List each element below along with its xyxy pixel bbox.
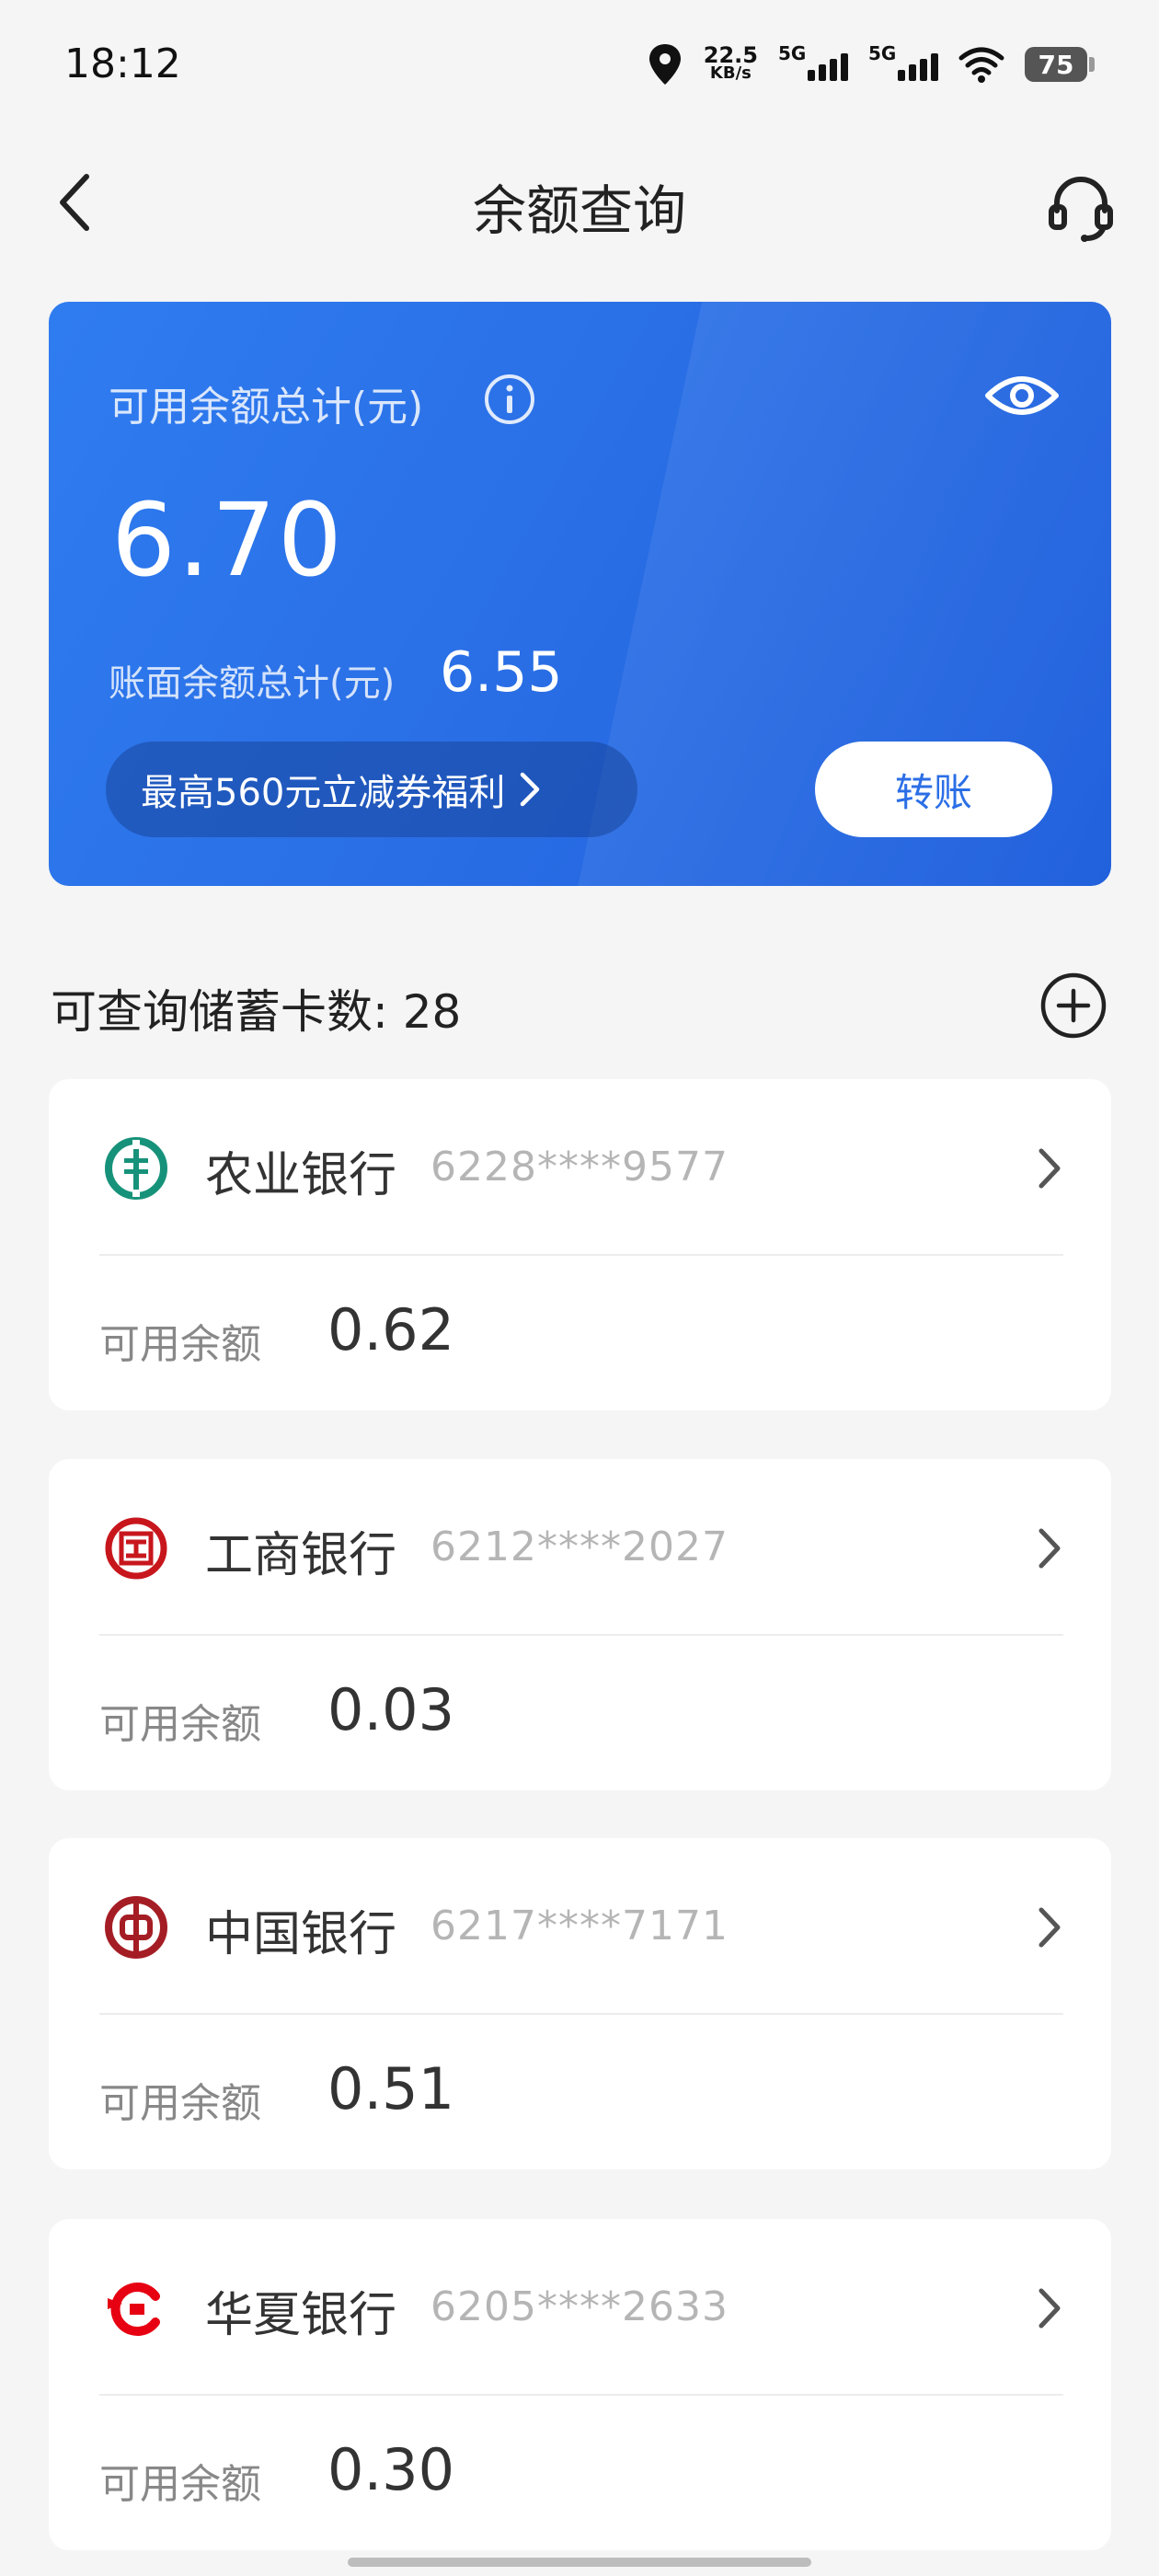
home-indicator[interactable] (348, 2558, 811, 2567)
wifi-icon (958, 47, 1004, 83)
status-time: 18:12 (64, 40, 181, 87)
bank-name: 农业银行 (205, 1148, 397, 1203)
divider (99, 2013, 1063, 2015)
status-icons: 22.5 KB/s 5G 5G 75 (647, 39, 1095, 90)
total-book-amount: 6.55 (440, 640, 563, 705)
battery-icon: 75 (1025, 47, 1095, 82)
network-speed: 22.5 KB/s (703, 42, 758, 83)
bank-name: 中国银行 (205, 1907, 397, 1962)
available-balance-label: 可用余额 (99, 1321, 261, 1368)
available-balance-amount: 0.62 (327, 1296, 455, 1363)
network-speed-value: 22.5 (703, 42, 758, 68)
customer-service-button[interactable] (1039, 166, 1122, 248)
eye-icon[interactable] (984, 368, 1060, 423)
info-icon[interactable] (483, 373, 536, 426)
total-book-label: 账面余额总计(元) (109, 662, 396, 705)
plus-circle-icon[interactable] (1039, 971, 1108, 1041)
available-balance-amount: 0.51 (327, 2055, 455, 2122)
available-balance-label: 可用余额 (99, 2461, 261, 2508)
chevron-right-icon (1039, 1148, 1061, 1189)
chevron-right-icon (521, 772, 540, 807)
chevron-right-icon (1039, 1907, 1061, 1948)
available-balance-label: 可用余额 (99, 2080, 261, 2127)
boc-logo-icon (105, 1896, 167, 1959)
headset-icon (1049, 177, 1113, 242)
bank-card-icbc[interactable]: 工商银行 6212****2027 可用余额 0.03 (49, 1459, 1111, 1790)
available-balance-label: 可用余额 (99, 1701, 261, 1748)
total-available-label: 可用余额总计(元) (109, 384, 424, 431)
network-speed-unit: KB/s (709, 63, 752, 83)
coupon-promo-button[interactable]: 最高560元立减券福利 (106, 742, 637, 837)
bank-card-number: 6205****2633 (430, 2283, 729, 2330)
transfer-button[interactable]: 转账 (815, 742, 1052, 837)
available-balance-amount: 0.30 (327, 2436, 455, 2503)
bank-card-hxb[interactable]: 华夏银行 6205****2633 可用余额 0.30 (49, 2219, 1111, 2550)
chevron-right-icon (1039, 2288, 1061, 2329)
coupon-promo-label: 最高560元立减券福利 (141, 772, 506, 814)
location-icon (648, 44, 681, 85)
bank-card-number: 6212****2027 (430, 1524, 729, 1570)
status-bar: 18:12 22.5 KB/s 5G 5G 75 (0, 0, 1159, 138)
divider (99, 1634, 1063, 1636)
battery-level: 75 (1025, 47, 1087, 82)
bank-card-abc[interactable]: 农业银行 6228****9577 可用余额 0.62 (49, 1079, 1111, 1410)
signal-icon-2: 5G (868, 42, 938, 86)
bank-card-boc[interactable]: 中国银行 6217****7171 可用余额 0.51 (49, 1838, 1111, 2169)
signal-icon-1: 5G (778, 42, 848, 86)
bank-name: 华夏银行 (205, 2288, 397, 2343)
icbc-logo-icon (105, 1517, 167, 1580)
divider (99, 1254, 1063, 1256)
abc-logo-icon (105, 1137, 167, 1200)
bank-card-number: 6217****7171 (430, 1903, 729, 1949)
signal-label-2: 5G (868, 42, 897, 64)
total-available-amount: 6.70 (111, 481, 344, 599)
bank-card-number: 6228****9577 (430, 1144, 729, 1190)
bank-name: 工商银行 (205, 1528, 397, 1583)
debit-card-count: 可查询储蓄卡数: 28 (51, 985, 462, 1039)
available-balance-amount: 0.03 (327, 1676, 455, 1743)
balance-summary-card: 可用余额总计(元) 6.70 账面余额总计(元) 6.55 最高560元立减券福… (49, 302, 1111, 886)
signal-label-1: 5G (778, 42, 807, 64)
chevron-right-icon (1039, 1528, 1061, 1569)
hxb-logo-icon (108, 2283, 160, 2336)
page-title: 余额查询 (472, 179, 686, 242)
header: 余额查询 (0, 138, 1159, 271)
divider (99, 2394, 1063, 2396)
